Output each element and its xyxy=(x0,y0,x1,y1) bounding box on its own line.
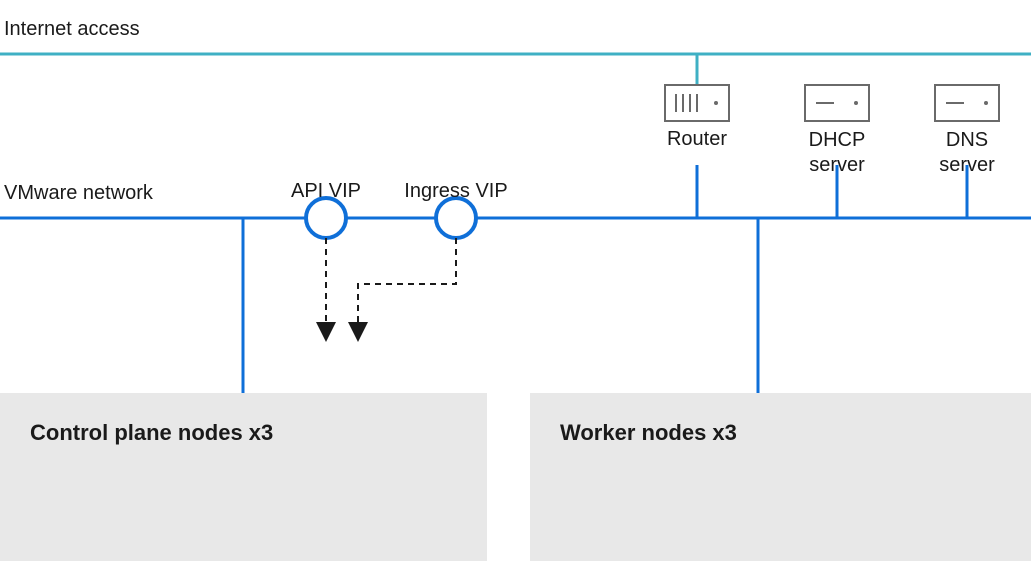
dns-label: DNS server xyxy=(939,128,995,178)
router-icon xyxy=(665,85,729,121)
dhcp-label: DHCP server xyxy=(809,128,866,178)
internet-label: Internet access xyxy=(4,18,140,41)
dns-server-icon xyxy=(935,85,999,121)
diagram-canvas xyxy=(0,0,1031,561)
worker-label: Worker nodes x3 xyxy=(560,420,737,446)
control-plane-box xyxy=(0,393,487,561)
ingress-vip-arrow xyxy=(358,238,456,332)
api-vip-label: API VIP xyxy=(291,180,361,203)
ingress-vip-label: Ingress VIP xyxy=(404,180,507,203)
ingress-vip-node xyxy=(436,198,476,238)
router-label: Router xyxy=(667,128,727,151)
api-vip-node xyxy=(306,198,346,238)
control-plane-label: Control plane nodes x3 xyxy=(30,420,273,446)
worker-box xyxy=(530,393,1031,561)
dhcp-server-icon xyxy=(805,85,869,121)
vmware-label: VMware network xyxy=(4,182,153,205)
